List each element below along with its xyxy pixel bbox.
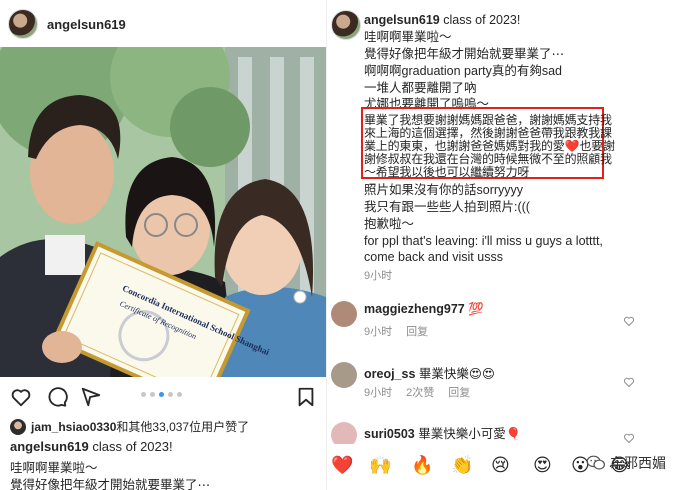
- carousel-dot[interactable]: [177, 392, 182, 397]
- comment-username[interactable]: suri0503: [364, 427, 415, 441]
- likes-count[interactable]: 和其他33,037位用户赞了: [116, 420, 249, 434]
- bookmark-icon[interactable]: [295, 386, 317, 408]
- reply-button[interactable]: 回复: [448, 387, 470, 399]
- post-time[interactable]: 9小时: [364, 267, 392, 283]
- caption-username[interactable]: angelsun619: [10, 439, 89, 454]
- avatar[interactable]: [10, 418, 26, 435]
- caption-line: 抱歉啦～: [364, 217, 415, 231]
- emoji-raised-hands-button[interactable]: 🙌: [369, 455, 391, 475]
- avatar[interactable]: [331, 301, 357, 327]
- caption-line: 哇啊啊畢業啦～: [364, 30, 452, 44]
- caption-line: 啊啊啊graduation party真的有夠sad: [364, 64, 562, 78]
- avatar[interactable]: [331, 10, 361, 40]
- post-username[interactable]: angelsun619: [47, 17, 126, 32]
- watermark: 东邪西媚: [586, 453, 666, 473]
- emoji-fire-button[interactable]: 🔥: [411, 455, 433, 475]
- heart-icon[interactable]: [623, 315, 635, 327]
- heart-icon[interactable]: [623, 376, 635, 388]
- reply-button[interactable]: 回复: [406, 326, 428, 338]
- caption-line: come back and visit usss: [364, 250, 503, 264]
- likes-user[interactable]: jam_hsiao0330: [31, 420, 116, 434]
- comment-item: suri0503 畢業快樂小可愛🎈: [327, 418, 684, 444]
- comment-text: 💯: [468, 302, 484, 316]
- caption-line: 我只有跟一些些人拍到照片:(((: [364, 200, 530, 214]
- post-photo[interactable]: Concordia International School Shanghai …: [0, 47, 326, 377]
- comment-time[interactable]: 9小时: [364, 326, 392, 338]
- highlighted-line: ～希望我以後也可以繼續努力呀: [364, 165, 530, 179]
- comment-text: 畢業快樂😍😍: [418, 367, 495, 381]
- detail-caption-first: class of 2023!: [443, 13, 521, 27]
- caption-first-line: class of 2023!: [92, 439, 173, 454]
- watermark-text: 东邪西媚: [610, 455, 666, 471]
- comment-icon[interactable]: [46, 386, 68, 408]
- post-caption-header: angelsun619 class of 2023!: [10, 439, 173, 454]
- emoji-heart-button[interactable]: ❤️: [331, 455, 353, 475]
- carousel-dot[interactable]: [150, 392, 155, 397]
- carousel-dot-active[interactable]: [159, 392, 164, 397]
- detail-username[interactable]: angelsun619: [364, 13, 440, 27]
- carousel-dot[interactable]: [141, 392, 146, 397]
- detail-caption-header: angelsun619 class of 2023!: [364, 12, 520, 28]
- caption-line: 覺得好像把年級才開始就要畢業了⋯: [10, 478, 211, 490]
- emoji-cry-button[interactable]: 😢: [491, 455, 510, 475]
- carousel-dots: [141, 392, 182, 397]
- comment-likes[interactable]: 2次赞: [406, 387, 434, 399]
- caption-line: 照片如果沒有你的話sorryyyy: [364, 183, 524, 197]
- comment-item: oreoj_ss 畢業快樂😍😍 9小时 2次赞 回复: [327, 358, 684, 408]
- heart-icon[interactable]: [623, 432, 635, 444]
- caption-line: 一堆人都要離開了吶: [364, 81, 477, 95]
- caption-line: for ppl that's leaving: i'll miss u guys…: [364, 234, 603, 248]
- emoji-clap-button[interactable]: 👏: [451, 455, 473, 475]
- heart-icon[interactable]: [10, 386, 32, 408]
- carousel-dot[interactable]: [168, 392, 173, 397]
- post-actions: [0, 380, 326, 414]
- comment-item: maggiezheng977 💯 9小时 回复: [327, 297, 684, 347]
- comment-text: 畢業快樂小可愛🎈: [418, 427, 522, 441]
- wechat-icon: [586, 455, 605, 470]
- share-icon[interactable]: [80, 386, 102, 408]
- avatar[interactable]: [331, 422, 357, 444]
- post-panel: angelsun619 Concordia International Scho…: [0, 0, 332, 490]
- caption-line: 覺得好像把年級才開始就要畢業了⋯: [364, 47, 565, 61]
- emoji-heart-eyes-button[interactable]: 😍: [533, 455, 552, 475]
- post-header: angelsun619: [8, 8, 126, 40]
- comment-username[interactable]: maggiezheng977: [364, 302, 465, 316]
- comment-time[interactable]: 9小时: [364, 387, 392, 399]
- likes-row: jam_hsiao0330和其他33,037位用户赞了: [10, 418, 249, 435]
- avatar[interactable]: [8, 9, 38, 39]
- avatar[interactable]: [331, 362, 357, 388]
- comments-panel: angelsun619 class of 2023! 哇啊啊畢業啦～ 覺得好像把…: [326, 0, 684, 490]
- comment-username[interactable]: oreoj_ss: [364, 367, 415, 381]
